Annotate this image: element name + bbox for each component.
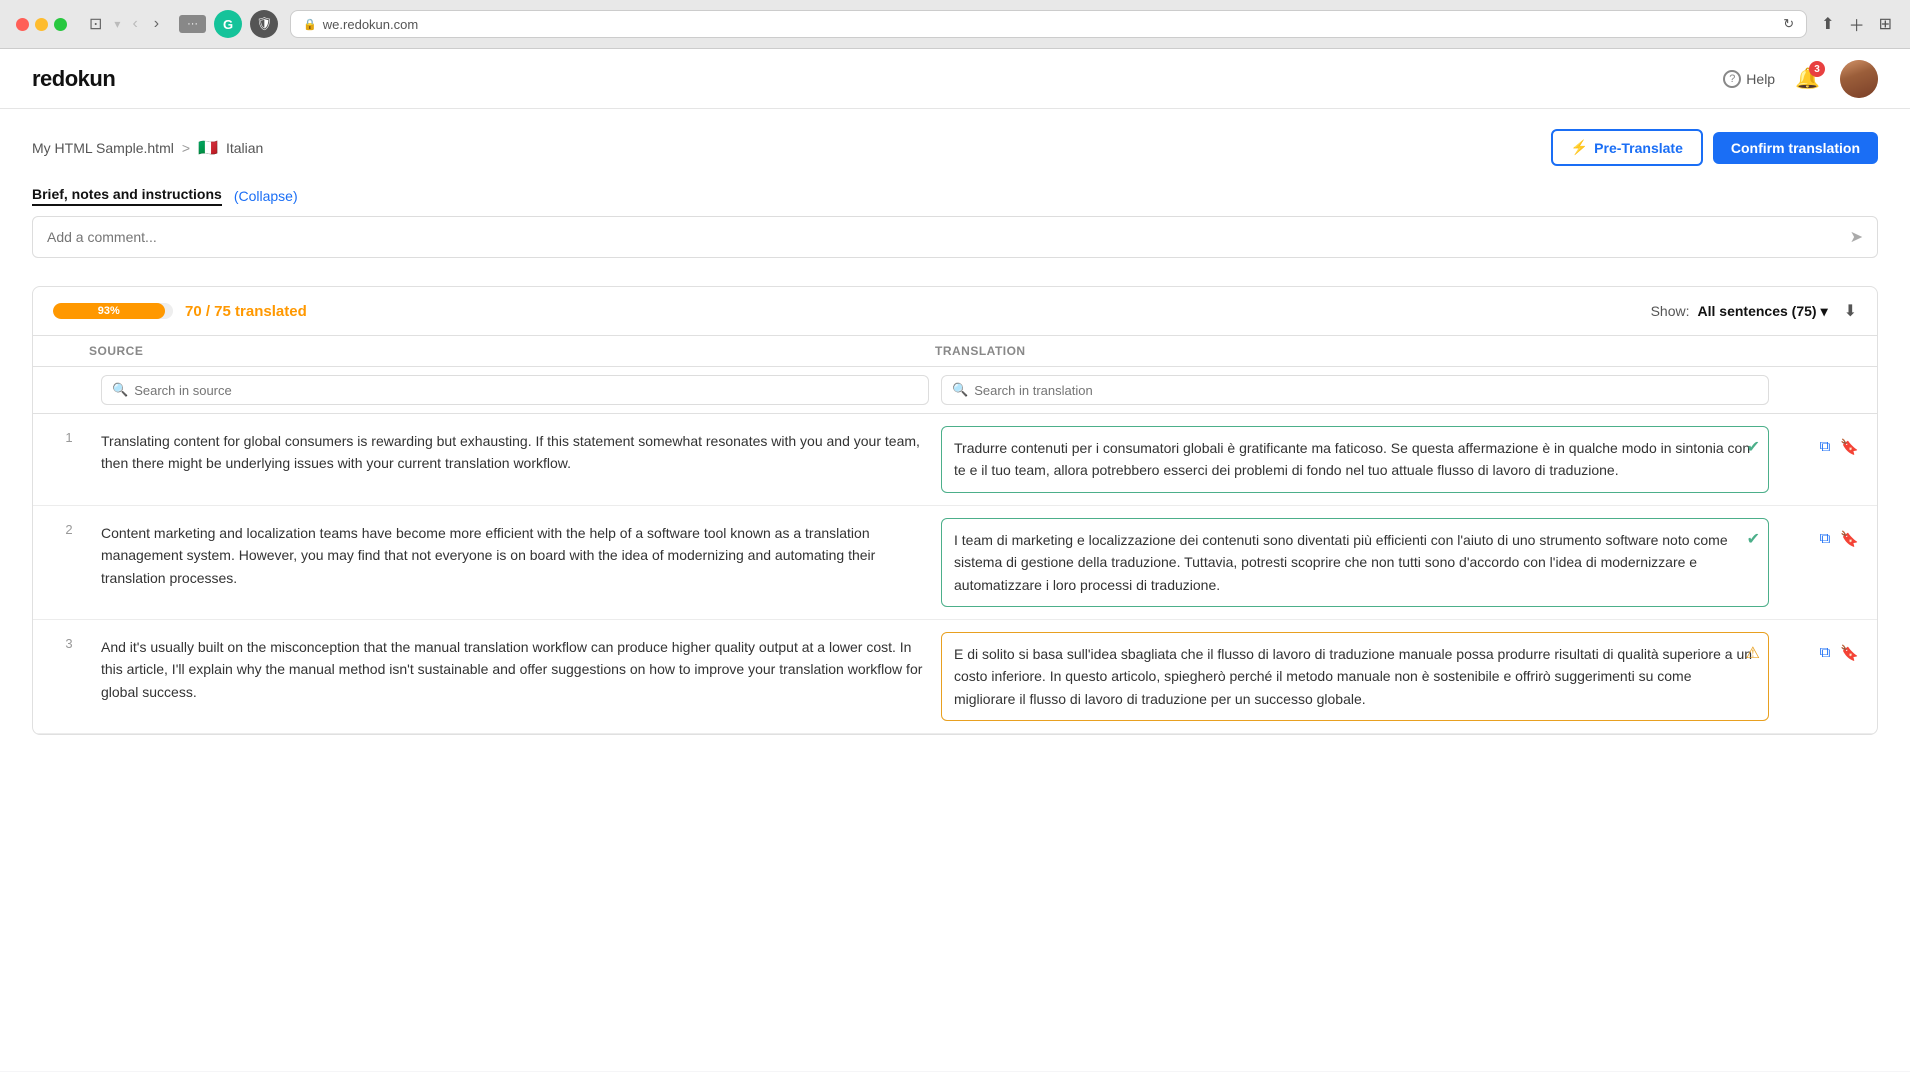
app-logo[interactable]: redokun	[32, 66, 115, 92]
show-dropdown[interactable]: All sentences (75) ▾	[1698, 303, 1828, 320]
content-area: My HTML Sample.html > 🇮🇹 Italian ⚡ Pre-T…	[0, 109, 1910, 1071]
reload-button[interactable]: ↻	[1783, 16, 1794, 32]
copy-icon[interactable]: ⧉	[1818, 436, 1833, 457]
comment-input-wrapper[interactable]: ➤	[32, 216, 1878, 258]
row-number: 1	[49, 426, 89, 445]
chevron-down-icon: ▾	[1821, 303, 1828, 320]
brief-title: Brief, notes and instructions	[32, 186, 222, 206]
table-row: 2 Content marketing and localization tea…	[33, 506, 1877, 620]
help-label: Help	[1746, 71, 1775, 87]
col-header-source: SOURCE	[89, 344, 935, 358]
search-source-input[interactable]	[134, 383, 918, 398]
row-actions: ⧉ 🔖	[1781, 518, 1861, 550]
row-number: 3	[49, 632, 89, 651]
show-value: All sentences (75)	[1698, 303, 1817, 319]
breadcrumb: My HTML Sample.html > 🇮🇹 Italian	[32, 138, 263, 158]
row-actions: ⧉ 🔖	[1781, 426, 1861, 458]
progress-fill: 93%	[53, 303, 165, 319]
progress-section: 93% 70 / 75 translated	[53, 303, 307, 320]
search-row: 🔍 🔍	[33, 367, 1877, 414]
new-tab-icon[interactable]: ＋	[1847, 10, 1867, 38]
translation-box[interactable]: I team di marketing e localizzazione dei…	[941, 518, 1769, 607]
row-number: 2	[49, 518, 89, 537]
collapse-link[interactable]: (Collapse)	[234, 188, 298, 204]
table-row: 3 And it's usually built on the misconce…	[33, 620, 1877, 734]
translated-count: 70 / 75 translated	[185, 303, 307, 320]
notification-button[interactable]: 🔔 3	[1795, 66, 1820, 91]
maximize-button[interactable]	[54, 18, 67, 31]
columns-header: SOURCE TRANSLATION	[33, 336, 1877, 367]
url-text: we.redokun.com	[323, 17, 418, 32]
row-actions: ⧉ 🔖	[1781, 632, 1861, 664]
top-actions: ⚡ Pre-Translate Confirm translation	[1551, 129, 1878, 166]
bookmark-icon[interactable]: 🔖	[1838, 528, 1861, 550]
source-text: And it's usually built on the misconcept…	[101, 632, 929, 703]
brief-header: Brief, notes and instructions (Collapse)	[32, 186, 1878, 206]
shield-icon[interactable]: 🛡	[250, 10, 278, 38]
send-icon[interactable]: ➤	[1850, 227, 1863, 247]
warning-icon: ⚠	[1746, 641, 1760, 667]
table-header-bar: 93% 70 / 75 translated Show: All sentenc…	[33, 287, 1877, 336]
browser-tools: ⬆ ＋ ⊞	[1819, 10, 1894, 38]
progress-percent: 93%	[98, 305, 120, 317]
search-translation-icon: 🔍	[952, 382, 968, 398]
avatar[interactable]	[1840, 60, 1878, 98]
tab-group: ···	[179, 15, 206, 33]
bookmark-icon[interactable]: 🔖	[1838, 436, 1861, 458]
source-text: Content marketing and localization teams…	[101, 518, 929, 589]
source-text: Translating content for global consumers…	[101, 426, 929, 475]
copy-icon[interactable]: ⧉	[1818, 528, 1833, 549]
page-top: My HTML Sample.html > 🇮🇹 Italian ⚡ Pre-T…	[32, 129, 1878, 166]
pre-translate-label: Pre-Translate	[1594, 140, 1683, 156]
app-header: redokun ? Help 🔔 3	[0, 49, 1910, 109]
search-translation-wrapper[interactable]: 🔍	[941, 375, 1769, 405]
translation-box[interactable]: Tradurre contenuti per i consumatori glo…	[941, 426, 1769, 493]
grid-icon[interactable]: ⊞	[1877, 12, 1894, 36]
copy-icon[interactable]: ⧉	[1818, 642, 1833, 663]
pre-translate-button[interactable]: ⚡ Pre-Translate	[1551, 129, 1703, 166]
address-bar[interactable]: 🔒 we.redokun.com ↻	[290, 10, 1807, 38]
check-icon: ✔	[1747, 435, 1760, 461]
close-button[interactable]	[16, 18, 29, 31]
lightning-icon: ⚡	[1571, 139, 1588, 156]
translation-rows: 1 Translating content for global consume…	[33, 414, 1877, 734]
search-translation-input[interactable]	[974, 383, 1758, 398]
help-circle-icon: ?	[1723, 70, 1741, 88]
sidebar-toggle[interactable]: ⊡	[85, 12, 106, 36]
translation-box[interactable]: E di solito si basa sull'idea sbagliata …	[941, 632, 1769, 721]
translation-table: 93% 70 / 75 translated Show: All sentenc…	[32, 286, 1878, 735]
breadcrumb-separator: >	[182, 140, 190, 156]
confirm-translation-button[interactable]: Confirm translation	[1713, 132, 1878, 164]
browser-nav: ⊡ ▾ ‹ ›	[85, 12, 163, 36]
breadcrumb-language: Italian	[226, 140, 263, 156]
traffic-lights	[16, 18, 67, 31]
bookmark-icon[interactable]: 🔖	[1838, 642, 1861, 664]
check-icon: ✔	[1747, 527, 1760, 553]
notification-badge: 3	[1809, 61, 1825, 77]
search-source-wrapper[interactable]: 🔍	[101, 375, 929, 405]
show-label: Show:	[1651, 303, 1690, 319]
lock-icon: 🔒	[303, 18, 317, 31]
grammarly-icon[interactable]: G	[214, 10, 242, 38]
comment-input[interactable]	[47, 229, 1850, 245]
download-icon[interactable]: ⬇	[1844, 301, 1857, 321]
back-button[interactable]: ‹	[128, 13, 141, 35]
flag-icon: 🇮🇹	[198, 138, 218, 158]
share-icon[interactable]: ⬆	[1819, 12, 1836, 36]
help-button[interactable]: ? Help	[1723, 70, 1775, 88]
brief-section: Brief, notes and instructions (Collapse)…	[32, 186, 1878, 258]
breadcrumb-file[interactable]: My HTML Sample.html	[32, 140, 174, 156]
forward-button[interactable]: ›	[150, 13, 163, 35]
show-section: Show: All sentences (75) ▾ ⬇	[1651, 301, 1857, 321]
header-right: ? Help 🔔 3	[1723, 60, 1878, 98]
browser-chrome: ⊡ ▾ ‹ › ··· G 🛡 🔒 we.redokun.com ↻ ⬆ ＋ ⊞	[0, 0, 1910, 49]
minimize-button[interactable]	[35, 18, 48, 31]
progress-bar: 93%	[53, 303, 173, 319]
table-row: 1 Translating content for global consume…	[33, 414, 1877, 506]
avatar-image	[1840, 60, 1878, 98]
col-header-translation: TRANSLATION	[935, 344, 1781, 358]
search-source-icon: 🔍	[112, 382, 128, 398]
